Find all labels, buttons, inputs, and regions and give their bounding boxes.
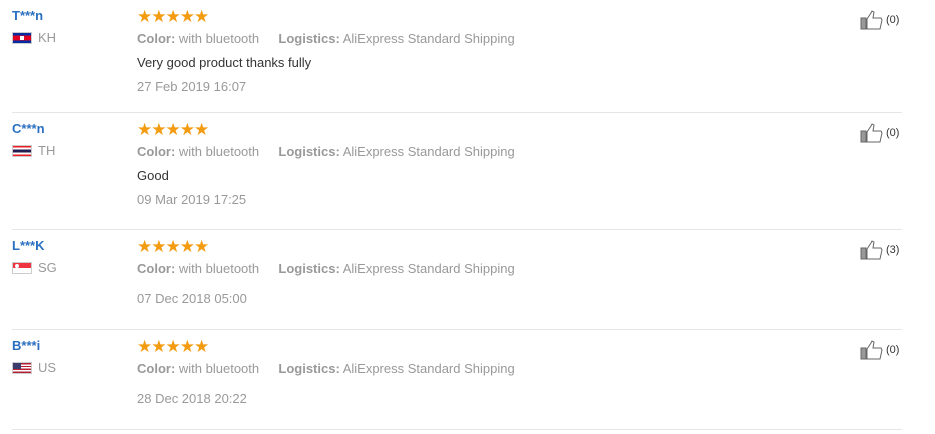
- color-label: Color:: [137, 361, 176, 376]
- color-value: with bluetooth: [178, 31, 260, 46]
- review-text: Very good product thanks fully: [137, 55, 312, 70]
- logistics-label: Logistics:: [278, 261, 340, 276]
- country-code: KH: [38, 30, 57, 45]
- color-value: with bluetooth: [178, 261, 260, 276]
- review-content: ★★★★★ Color: with bluetooth Logistics: A…: [137, 121, 737, 209]
- logistics-value: AliExpress Standard Shipping: [342, 361, 515, 376]
- helpful-button[interactable]: (0): [860, 340, 899, 360]
- reviewer-info: T***n KH: [12, 8, 122, 45]
- reviewer-name: B***i: [12, 338, 41, 353]
- helpful-count: (3): [886, 244, 900, 256]
- color-label: Color:: [137, 144, 176, 159]
- review-item: T***n KH ★★★★★ Color: with bluetooth Log…: [12, 0, 902, 113]
- logistics-label: Logistics:: [278, 31, 340, 46]
- thumbs-up-icon: [860, 123, 883, 143]
- review-list: T***n KH ★★★★★ Color: with bluetooth Log…: [0, 0, 935, 430]
- th-flag-icon: [12, 144, 32, 157]
- helpful-button[interactable]: (0): [860, 10, 899, 30]
- logistics-label: Logistics:: [278, 144, 340, 159]
- star-rating: ★★★★★: [137, 237, 209, 256]
- country-code: SG: [38, 260, 57, 275]
- review-item: B***i US ★★★★★ Color: with bluetooth Log…: [12, 330, 902, 430]
- review-text: Good: [137, 168, 169, 183]
- reviewer-country: TH: [12, 143, 122, 158]
- color-value: with bluetooth: [178, 144, 260, 159]
- thumbs-up-icon: [860, 340, 883, 360]
- reviewer-name: L***K: [12, 238, 45, 253]
- reviewer-info: B***i US: [12, 338, 122, 375]
- logistics-value: AliExpress Standard Shipping: [342, 261, 515, 276]
- reviewer-country: SG: [12, 260, 122, 275]
- review-item: C***n TH ★★★★★ Color: with bluetooth Log…: [12, 113, 902, 230]
- logistics-value: AliExpress Standard Shipping: [342, 31, 515, 46]
- helpful-count: (0): [886, 14, 900, 26]
- reviewer-country: US: [12, 360, 122, 375]
- review-date: 07 Dec 2018 05:00: [137, 291, 247, 306]
- review-date: 27 Feb 2019 16:07: [137, 79, 247, 94]
- star-rating: ★★★★★: [137, 7, 209, 26]
- color-label: Color:: [137, 261, 176, 276]
- star-rating: ★★★★★: [137, 120, 209, 139]
- review-content: ★★★★★ Color: with bluetooth Logistics: A…: [137, 238, 737, 308]
- helpful-count: (0): [886, 127, 900, 139]
- review-date: 09 Mar 2019 17:25: [137, 192, 247, 207]
- country-code: US: [38, 360, 57, 375]
- sg-flag-icon: [12, 261, 32, 274]
- thumbs-up-icon: [860, 10, 883, 30]
- helpful-button[interactable]: (3): [860, 240, 899, 260]
- reviewer-info: L***K SG: [12, 238, 122, 275]
- color-label: Color:: [137, 31, 176, 46]
- helpful-button[interactable]: (0): [860, 123, 899, 143]
- review-meta: Color: with bluetooth Logistics: AliExpr…: [137, 360, 737, 378]
- reviewer-info: C***n TH: [12, 121, 122, 158]
- review-item: L***K SG ★★★★★ Color: with bluetooth Log…: [12, 230, 902, 330]
- reviewer-name: C***n: [12, 121, 45, 136]
- kh-flag-icon: [12, 31, 32, 44]
- review-meta: Color: with bluetooth Logistics: AliExpr…: [137, 30, 737, 48]
- review-date: 28 Dec 2018 20:22: [137, 391, 247, 406]
- us-flag-icon: [12, 361, 32, 374]
- reviewer-name: T***n: [12, 8, 44, 23]
- logistics-value: AliExpress Standard Shipping: [342, 144, 515, 159]
- review-meta: Color: with bluetooth Logistics: AliExpr…: [137, 143, 737, 161]
- review-content: ★★★★★ Color: with bluetooth Logistics: A…: [137, 338, 737, 408]
- country-code: TH: [38, 143, 56, 158]
- review-meta: Color: with bluetooth Logistics: AliExpr…: [137, 260, 737, 278]
- review-content: ★★★★★ Color: with bluetooth Logistics: A…: [137, 8, 737, 96]
- helpful-count: (0): [886, 344, 900, 356]
- reviewer-country: KH: [12, 30, 122, 45]
- logistics-label: Logistics:: [278, 361, 340, 376]
- thumbs-up-icon: [860, 240, 883, 260]
- star-rating: ★★★★★: [137, 337, 209, 356]
- color-value: with bluetooth: [178, 361, 260, 376]
